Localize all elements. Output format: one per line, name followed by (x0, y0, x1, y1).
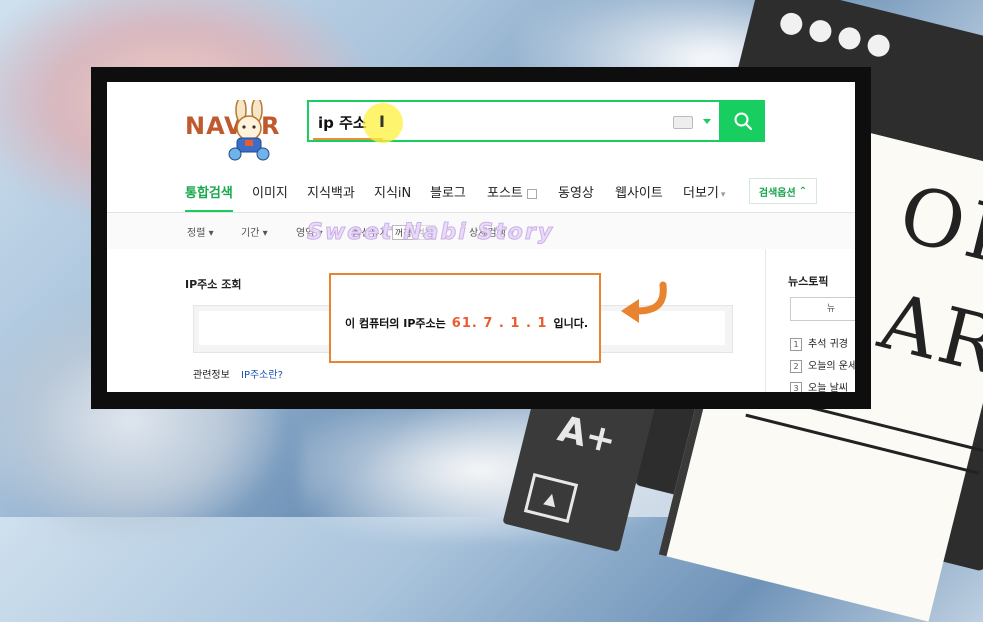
tab-post-label: 포스트 (487, 186, 523, 201)
autocomplete-toggle-icon[interactable] (703, 119, 711, 124)
ip-highlight-box: 이 컴퓨터의 IP주소는 61. 7 . 1 . 1 입니다. (329, 273, 601, 363)
window-dot (777, 10, 805, 38)
ip-message-suffix: 입니다. (553, 317, 588, 330)
watermark: Sweet Nabi Story (306, 220, 555, 246)
tab-video[interactable]: 동영상 (558, 182, 594, 201)
keyboard-icon[interactable] (673, 116, 693, 129)
tab-post[interactable]: 포스트 (487, 182, 537, 201)
window-dot (807, 17, 834, 45)
text-cursor-icon: I (379, 112, 385, 131)
news-rank: 1 (790, 338, 802, 351)
tab-more-label: 더보기 (683, 186, 719, 201)
news-item-text: 추석 귀경 (808, 339, 848, 350)
post-icon (526, 188, 537, 199)
news-topic-title: 뉴스토픽 (788, 275, 829, 288)
search-button[interactable] (721, 100, 765, 142)
news-rank: 2 (790, 360, 802, 373)
ip-lookup-title: IP주소 조회 (185, 278, 242, 291)
news-item[interactable]: 3 오늘 날씨 (790, 379, 848, 392)
tab-knowledge-in[interactable]: 지식iN (374, 182, 411, 201)
search-query-text: ip 주소 (318, 114, 367, 132)
naver-search-page: NAVER ip 주소 I 통합검색 이미지 지식백과 지식iN 블로그 포스트… (107, 82, 855, 392)
news-topic-panel: 뉴스토픽 뉴 1 추석 귀경 2 오늘의 운세 3 오늘 날씨 (765, 249, 855, 392)
what-is-ip-link[interactable]: IP주소란? (241, 366, 283, 381)
tab-encyclopedia[interactable]: 지식백과 (307, 182, 355, 201)
caret-down-icon: ▾ (720, 190, 726, 200)
news-filter-button[interactable]: 뉴 (790, 297, 855, 321)
tab-blog[interactable]: 블로그 (430, 182, 466, 201)
ip-address-value: 61. 7 . 1 . 1 (451, 316, 548, 331)
sort-filter[interactable]: 정렬 ▾ (187, 224, 214, 239)
period-filter[interactable]: 기간 ▾ (241, 224, 268, 239)
search-icon (734, 112, 753, 131)
tab-images[interactable]: 이미지 (252, 182, 288, 201)
ip-message: 이 컴퓨터의 IP주소는 61. 7 . 1 . 1 입니다. (345, 315, 588, 331)
curved-arrow-icon (621, 281, 667, 323)
news-item-text: 오늘의 운세 (808, 361, 855, 372)
chevron-up-icon: ⌃ (798, 185, 808, 197)
news-item-text: 오늘 날씨 (808, 383, 848, 392)
news-item[interactable]: 2 오늘의 운세 (790, 357, 855, 373)
news-item[interactable]: 1 추석 귀경 (790, 335, 848, 351)
naver-logo[interactable]: NAVER (185, 98, 305, 164)
ip-message-prefix: 이 컴퓨터의 IP주소는 (345, 317, 446, 330)
tab-all[interactable]: 통합검색 (185, 182, 233, 201)
active-tab-indicator (185, 210, 233, 212)
related-info-label: 관련정보 (193, 370, 230, 381)
bunny-doodle-icon (228, 100, 270, 161)
search-tabs: 통합검색 이미지 지식백과 지식iN 블로그 포스트 동영상 웹사이트 더보기 ▾… (107, 170, 855, 213)
search-options-label: 검색옵션 (758, 187, 796, 199)
window-dot (836, 25, 863, 52)
tab-more[interactable]: 더보기 ▾ (683, 182, 725, 201)
tab-website[interactable]: 웹사이트 (615, 182, 663, 201)
sort-label: 정렬 (187, 228, 206, 239)
search-options-button[interactable]: 검색옵션 ⌃ (749, 178, 817, 204)
period-label: 기간 (241, 228, 260, 239)
news-rank: 3 (790, 382, 802, 392)
window-dot (865, 32, 892, 59)
results-area: IP주소 조회 관련정보 IP주소란? 이 컴퓨터의 IP주소는 61. 7 . … (107, 249, 855, 392)
